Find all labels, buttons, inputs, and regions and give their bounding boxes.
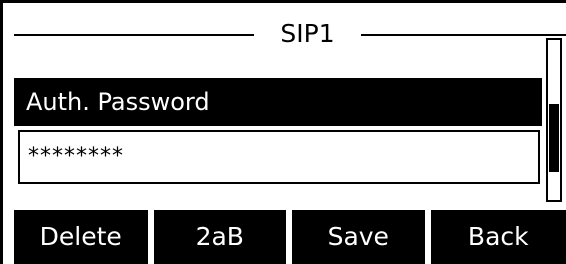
input-mode-button[interactable]: 2aB — [153, 210, 287, 264]
scrollbar-thumb[interactable] — [549, 104, 559, 172]
field-label-auth-password[interactable]: Auth. Password — [14, 78, 542, 126]
title-divider-left — [14, 34, 254, 36]
title-divider-right — [361, 34, 566, 36]
scrollbar[interactable] — [546, 38, 562, 202]
password-input[interactable]: ******** — [18, 130, 540, 184]
back-button[interactable]: Back — [430, 210, 566, 264]
softkey-bar: Delete 2aB Save Back — [14, 210, 566, 264]
save-button[interactable]: Save — [292, 210, 425, 264]
delete-button[interactable]: Delete — [14, 210, 148, 264]
title-row: SIP1 — [14, 18, 566, 50]
page-title: SIP1 — [280, 19, 335, 48]
